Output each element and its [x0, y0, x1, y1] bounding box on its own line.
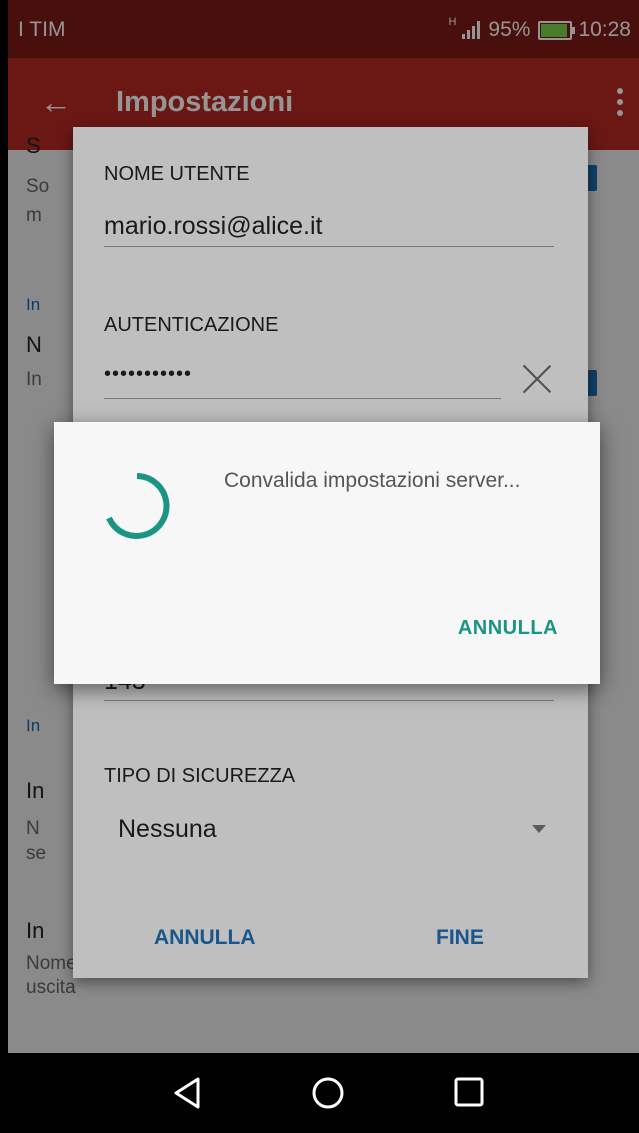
back-icon[interactable]	[170, 1075, 204, 1111]
navigation-bar	[0, 1053, 639, 1133]
progress-cancel-button[interactable]: ANNULLA	[458, 617, 558, 640]
progress-message: Convalida impostazioni server...	[224, 469, 521, 492]
home-icon[interactable]	[310, 1075, 346, 1111]
progress-dialog: Convalida impostazioni server... ANNULLA	[54, 422, 600, 684]
phone-screen: I TIM H 95% 10:28 ← Impostazioni S So m …	[8, 0, 639, 1133]
recents-icon[interactable]	[452, 1075, 486, 1109]
loading-spinner-icon	[106, 473, 170, 539]
